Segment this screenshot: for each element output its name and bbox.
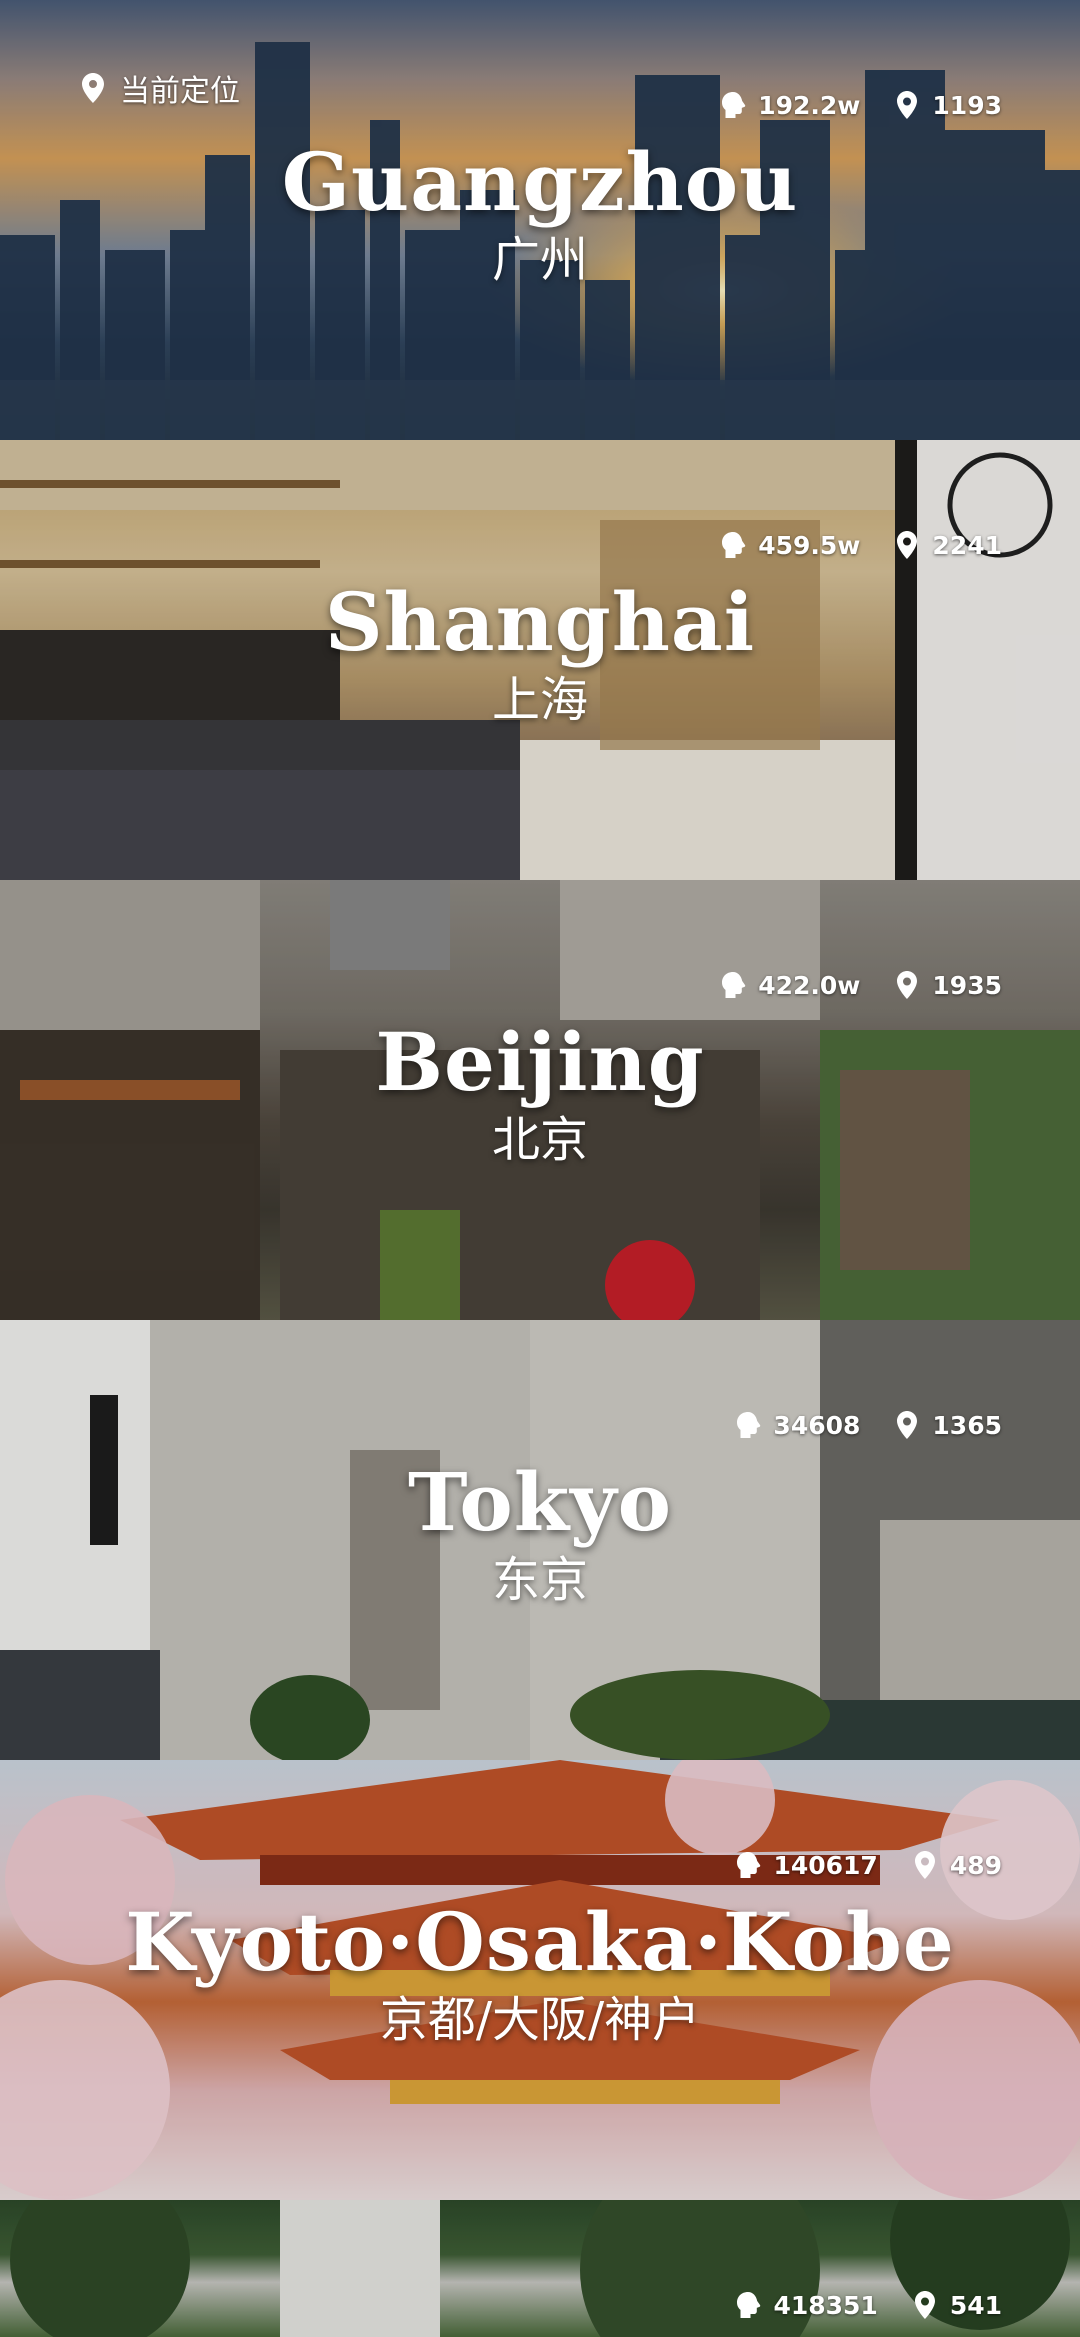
- city-name-zh: 北京: [491, 1112, 588, 1168]
- city-stats: 422.0w 1935: [718, 970, 1002, 1000]
- current-location-button[interactable]: 当前定位: [82, 66, 240, 110]
- city-name-en: Beijing: [375, 1015, 705, 1109]
- location-pin-icon: [892, 1410, 922, 1440]
- places-count: 489: [949, 1850, 1002, 1880]
- city-stats: 140617 489: [733, 1850, 1002, 1880]
- views-count: 459.5w: [758, 530, 861, 560]
- current-location-label: 当前定位: [120, 74, 240, 109]
- city-name-zh: 东京: [491, 1552, 588, 1608]
- city-title-block: Tokyo 东京: [0, 1458, 1080, 1610]
- city-card-shanghai[interactable]: 459.5w 2241 Shanghai 上海: [0, 440, 1080, 880]
- views-count: 140617: [773, 1850, 878, 1880]
- views-count: 34608: [773, 1410, 861, 1440]
- location-pin-icon: [82, 73, 104, 103]
- views-count: 422.0w: [758, 970, 861, 1000]
- head-icon: [733, 2290, 763, 2320]
- places-count: 1935: [932, 970, 1002, 1000]
- city-stats: 418351 541: [733, 2290, 1002, 2320]
- head-icon: [718, 90, 748, 120]
- places-count: 1365: [932, 1410, 1002, 1440]
- city-card-tokyo[interactable]: 34608 1365 Tokyo 东京: [0, 1320, 1080, 1760]
- city-name-en: Guangzhou: [281, 135, 799, 229]
- city-title-block: Kyoto·Osaka·Kobe 京都/大阪/神户: [0, 1898, 1080, 2050]
- head-icon: [733, 1410, 763, 1440]
- city-card-guangzhou[interactable]: 当前定位 192.2w 1193 Guangzhou 广州: [0, 0, 1080, 440]
- city-title-block: Beijing 北京: [0, 1018, 1080, 1170]
- city-feed: 当前定位 192.2w 1193 Guangzhou 广州 459.5w 224…: [0, 0, 1080, 2337]
- places-count: 541: [949, 2290, 1002, 2320]
- city-name-zh: 京都/大阪/神户: [379, 1992, 701, 2048]
- city-name-zh: 广州: [491, 232, 588, 288]
- city-card-kyoto-osaka-kobe[interactable]: 140617 489 Kyoto·Osaka·Kobe 京都/大阪/神户: [0, 1760, 1080, 2200]
- location-pin-icon: [892, 530, 922, 560]
- location-pin-icon: [892, 970, 922, 1000]
- city-title-block: Guangzhou 广州: [0, 138, 1080, 290]
- city-name-en: Tokyo: [408, 1455, 672, 1549]
- location-pin-icon: [910, 2290, 940, 2320]
- views-count: 418351: [773, 2290, 878, 2320]
- city-card-beijing[interactable]: 422.0w 1935 Beijing 北京: [0, 880, 1080, 1320]
- city-name-en: Shanghai: [324, 575, 756, 669]
- location-pin-icon: [892, 90, 922, 120]
- places-count: 1193: [932, 90, 1002, 120]
- head-icon: [718, 530, 748, 560]
- head-icon: [733, 1850, 763, 1880]
- city-stats: 192.2w 1193: [718, 90, 1002, 120]
- views-count: 192.2w: [758, 90, 861, 120]
- city-name-en: Kyoto·Osaka·Kobe: [125, 1895, 955, 1989]
- places-count: 2241: [932, 530, 1002, 560]
- head-icon: [718, 970, 748, 1000]
- city-stats: 459.5w 2241: [718, 530, 1002, 560]
- city-name-zh: 上海: [491, 672, 588, 728]
- city-title-block: Shanghai 上海: [0, 578, 1080, 730]
- city-stats: 34608 1365: [733, 1410, 1002, 1440]
- city-card-partial[interactable]: 418351 541: [0, 2200, 1080, 2337]
- location-pin-icon: [910, 1850, 940, 1880]
